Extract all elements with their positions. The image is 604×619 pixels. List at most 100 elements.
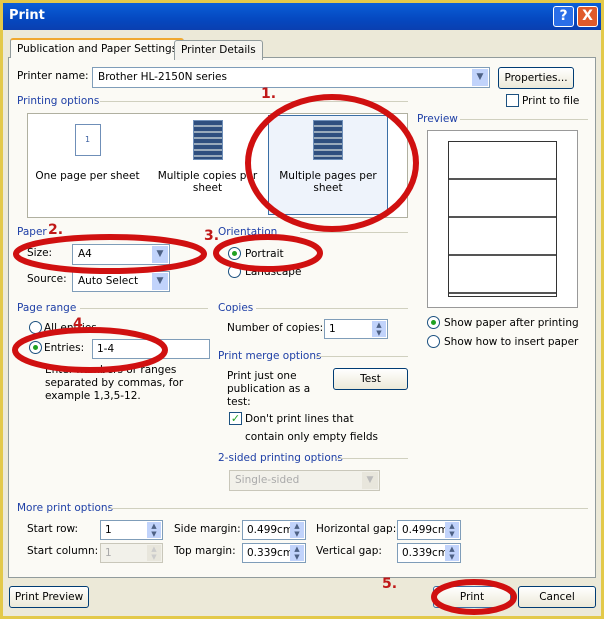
- spinner-arrows-icon[interactable]: ▲ ▼: [372, 321, 386, 337]
- print-to-file-label: Print to file: [522, 95, 580, 107]
- spinner-arrows-icon: ▲ ▼: [147, 545, 161, 561]
- start-row-label: Start row:: [27, 523, 79, 535]
- start-row-value: 1: [105, 524, 112, 536]
- size-value: A4: [78, 248, 92, 260]
- preview-page: [448, 141, 557, 297]
- side-margin-spinner[interactable]: 0.499cm ▲ ▼: [242, 520, 306, 540]
- start-column-value: 1: [105, 547, 112, 559]
- printer-value: Brother HL-2150N series: [98, 71, 227, 83]
- annotation-label-2: 2.: [48, 222, 64, 238]
- more-options-legend: More print options: [17, 502, 114, 514]
- divider: [256, 308, 408, 309]
- option-multiple-pages[interactable]: Multiple pages per sheet: [268, 115, 388, 215]
- side-margin-value: 0.499cm: [247, 524, 294, 536]
- entries-radio[interactable]: [29, 341, 42, 354]
- tab-publication-paper[interactable]: Publication and Paper Settings: [10, 38, 185, 58]
- preview-legend: Preview: [417, 113, 458, 125]
- option-multiple-copies[interactable]: Multiple copies per sheet: [155, 118, 260, 213]
- side-margin-label: Side margin:: [174, 523, 241, 535]
- close-button[interactable]: X: [577, 6, 598, 27]
- spinner-arrows-icon[interactable]: ▲ ▼: [445, 522, 459, 538]
- cancel-button[interactable]: Cancel: [518, 586, 596, 608]
- spinner-arrows-icon[interactable]: ▲ ▼: [290, 522, 304, 538]
- divider: [336, 458, 408, 459]
- merge-legend: Print merge options: [218, 350, 322, 362]
- show-insert-label: Show how to insert paper: [444, 336, 579, 348]
- horizontal-gap-label: Horizontal gap:: [316, 523, 397, 535]
- portrait-label: Portrait: [245, 248, 284, 260]
- multiple-copies-icon: [192, 120, 223, 160]
- horizontal-gap-spinner[interactable]: 0.499cm ▲ ▼: [397, 520, 461, 540]
- annotation-label-1: 1.: [261, 86, 277, 102]
- orientation-legend: Orientation: [218, 226, 278, 238]
- start-column-spinner[interactable]: 1 ▲ ▼: [100, 543, 163, 563]
- option-label: One page per sheet: [35, 170, 140, 182]
- entries-label: Entries:: [44, 342, 85, 354]
- size-label: Size:: [27, 247, 53, 259]
- option-label: Multiple pages per sheet: [279, 170, 377, 194]
- title-bar: Print: [3, 3, 601, 30]
- spinner-arrows-icon[interactable]: ▲ ▼: [290, 545, 304, 561]
- copies-value: 1: [329, 323, 336, 335]
- two-sided-select[interactable]: Single-sided ▼: [229, 470, 380, 491]
- divider: [80, 308, 208, 309]
- chevron-down-icon: ▼: [472, 69, 488, 86]
- copies-legend: Copies: [218, 302, 254, 314]
- divider: [300, 232, 408, 233]
- entries-input[interactable]: [92, 339, 210, 359]
- properties-button[interactable]: Properties...: [498, 67, 574, 89]
- page-range-legend: Page range: [17, 302, 77, 314]
- size-select[interactable]: A4 ▼: [72, 244, 170, 265]
- top-margin-value: 0.339cm: [247, 547, 294, 559]
- merge-text: Print just one publication as a test:: [227, 370, 311, 408]
- help-button[interactable]: ?: [553, 6, 574, 27]
- divider: [108, 508, 588, 509]
- source-select[interactable]: Auto Select ▼: [72, 271, 170, 292]
- divider: [100, 101, 408, 102]
- top-margin-label: Top margin:: [174, 545, 236, 557]
- show-after-label: Show paper after printing: [444, 317, 579, 329]
- top-margin-spinner[interactable]: 0.339cm ▲ ▼: [242, 543, 306, 563]
- start-column-label: Start column:: [27, 545, 99, 557]
- printer-select[interactable]: Brother HL-2150N series ▼: [92, 67, 490, 88]
- print-button[interactable]: Print: [433, 586, 511, 608]
- option-label: Multiple copies per sheet: [157, 170, 258, 194]
- entries-help-text: Enter numbers or ranges separated by com…: [45, 364, 184, 402]
- spinner-arrows-icon[interactable]: ▲ ▼: [445, 545, 459, 561]
- annotation-label-5: 5.: [382, 576, 398, 592]
- two-sided-value: Single-sided: [235, 474, 300, 486]
- source-value: Auto Select: [78, 275, 139, 287]
- portrait-radio[interactable]: [228, 247, 241, 260]
- source-label: Source:: [27, 273, 67, 285]
- horizontal-gap-value: 0.499cm: [402, 524, 449, 536]
- show-after-radio[interactable]: [427, 316, 440, 329]
- print-to-file-checkbox[interactable]: [506, 94, 519, 107]
- paper-legend: Paper: [17, 226, 47, 238]
- divider: [460, 119, 588, 120]
- annotation-label-4: 4: [73, 316, 83, 332]
- all-entries-label: All entries: [44, 322, 97, 334]
- preview-pane: [427, 130, 578, 308]
- printer-name-label: Printer name:: [17, 70, 89, 82]
- print-preview-button[interactable]: Print Preview: [9, 586, 89, 608]
- option-one-page[interactable]: 1 One page per sheet: [30, 118, 145, 213]
- divider: [316, 356, 408, 357]
- dont-print-checkbox[interactable]: ✓: [229, 412, 242, 425]
- page-icon: 1: [74, 124, 101, 156]
- copies-spinner[interactable]: 1 ▲ ▼: [324, 319, 388, 339]
- start-row-spinner[interactable]: 1 ▲ ▼: [100, 520, 163, 540]
- vertical-gap-label: Vertical gap:: [316, 545, 382, 557]
- dont-print-label-2: contain only empty fields: [245, 431, 379, 443]
- landscape-label: Landscape: [245, 266, 302, 278]
- chevron-down-icon: ▼: [152, 246, 168, 263]
- show-insert-radio[interactable]: [427, 335, 440, 348]
- two-sided-legend: 2-sided printing options: [218, 452, 343, 464]
- test-button[interactable]: Test: [333, 368, 408, 390]
- vertical-gap-spinner[interactable]: 0.339cm ▲ ▼: [397, 543, 461, 563]
- landscape-radio[interactable]: [228, 265, 241, 278]
- tab-printer-details[interactable]: Printer Details: [174, 40, 263, 60]
- all-entries-radio[interactable]: [29, 321, 42, 334]
- chevron-down-icon: ▼: [362, 472, 378, 489]
- copies-label: Number of copies:: [227, 322, 324, 334]
- spinner-arrows-icon[interactable]: ▲ ▼: [147, 522, 161, 538]
